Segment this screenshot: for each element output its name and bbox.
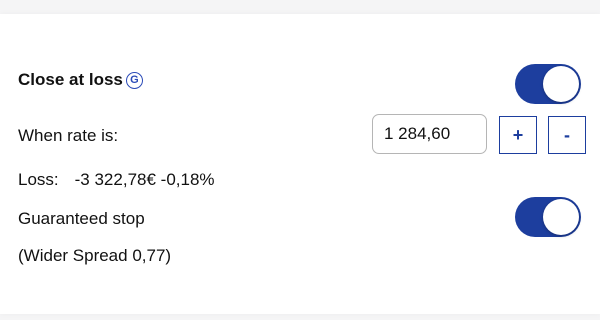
rate-label: When rate is: bbox=[18, 126, 119, 145]
decrement-button[interactable]: - bbox=[548, 116, 586, 154]
toggle-knob bbox=[543, 66, 579, 102]
loss-label: Loss: bbox=[18, 170, 59, 189]
rate-input[interactable] bbox=[372, 114, 487, 154]
close-at-loss-panel bbox=[0, 14, 600, 314]
close-at-loss-title: Close at loss G bbox=[18, 70, 143, 90]
increment-button[interactable]: + bbox=[499, 116, 537, 154]
loss-value: -3 322,78€ -0,18% bbox=[74, 170, 215, 189]
guaranteed-stop-label: Guaranteed stop bbox=[18, 209, 145, 228]
close-at-loss-label: Close at loss bbox=[18, 70, 123, 89]
guaranteed-badge-icon: G bbox=[125, 71, 143, 89]
close-at-loss-toggle[interactable] bbox=[515, 64, 581, 104]
guaranteed-stop-toggle[interactable] bbox=[515, 197, 581, 237]
toggle-knob bbox=[543, 199, 579, 235]
wider-spread-note: (Wider Spread 0,77) bbox=[18, 246, 172, 265]
loss-row: Loss: -3 322,78€ -0,18% bbox=[18, 170, 215, 190]
